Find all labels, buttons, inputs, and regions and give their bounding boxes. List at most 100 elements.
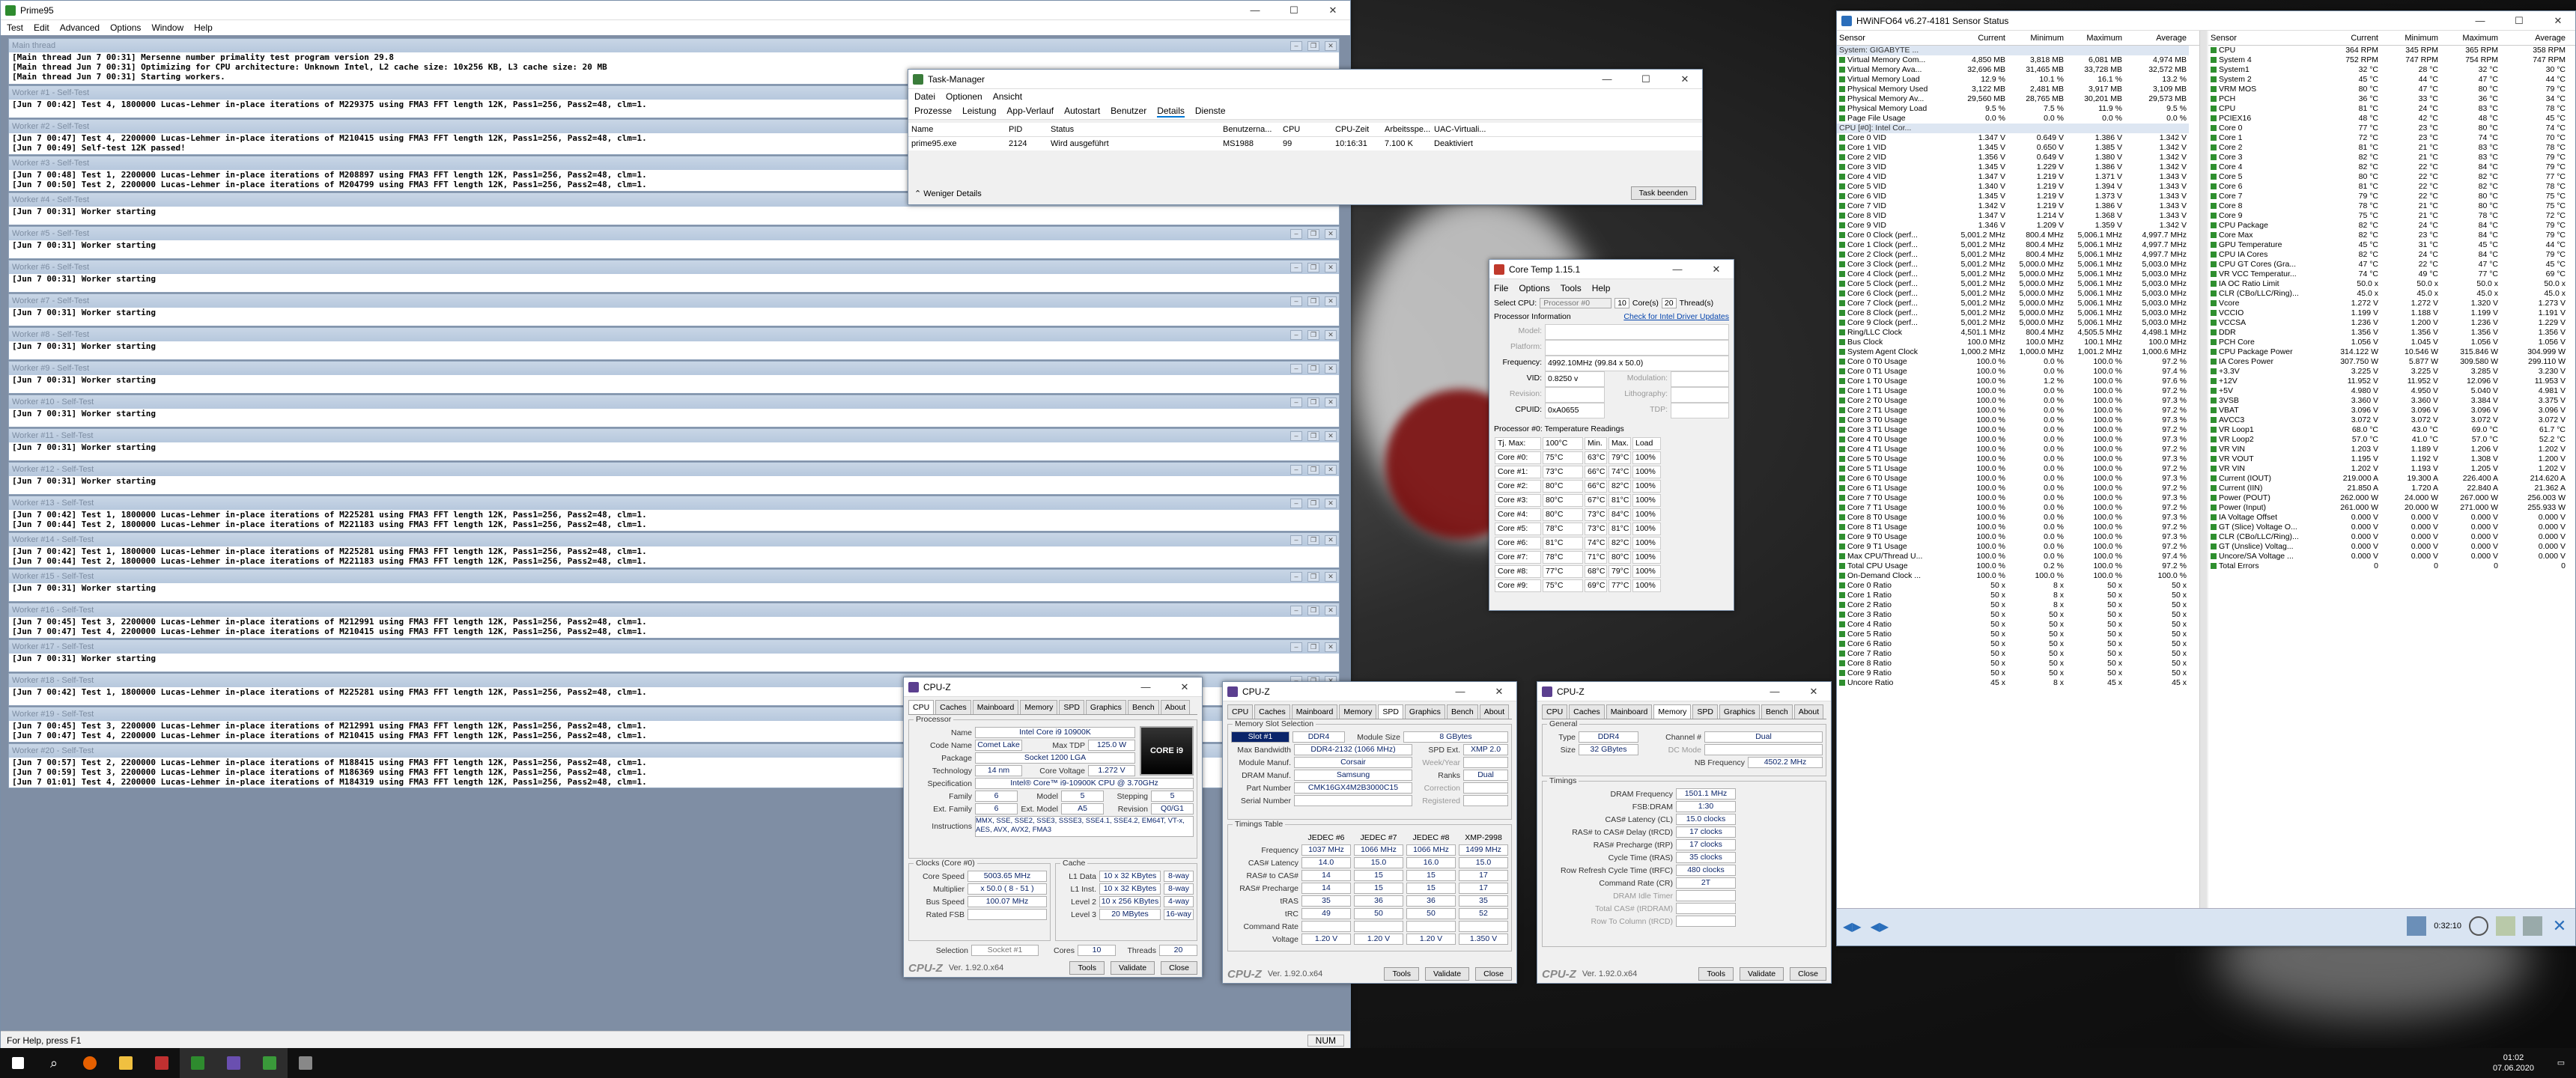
restore-button[interactable]: ❐ (1307, 498, 1319, 508)
close-cpuz-button[interactable]: Close (1475, 967, 1512, 981)
minimize-button[interactable]: — (1128, 677, 1163, 697)
validate-button[interactable]: Validate (1739, 967, 1784, 981)
tab[interactable]: Leistung (962, 106, 996, 118)
sensor-name[interactable]: CPU (2208, 46, 2321, 55)
close-button[interactable]: ✕ (1325, 605, 1337, 615)
sensor-name[interactable]: VR VIN (2208, 464, 2321, 474)
sensor-name[interactable]: VCCIO (2208, 308, 2321, 318)
sensor-name[interactable]: Core 4 Ratio (1837, 620, 1949, 630)
close-button[interactable]: ✕ (1325, 642, 1337, 652)
restore-button[interactable]: ❐ (1307, 430, 1319, 441)
sensor-name[interactable]: Core 7 VID (1837, 201, 1949, 211)
sensor-name[interactable]: Core 0 T1 Usage (1837, 367, 1949, 377)
tab-mainboard[interactable]: Mainboard (1606, 704, 1653, 719)
hwinfo-column-header[interactable]: Minimum (2008, 31, 2066, 45)
network-icon[interactable] (2407, 916, 2427, 936)
close-button[interactable]: ✕ (1325, 228, 1337, 239)
app-icon-2[interactable] (180, 1048, 216, 1078)
restore-button[interactable]: ❐ (1307, 363, 1319, 374)
sensor-name[interactable]: Core 9 VID (1837, 221, 1949, 231)
tools-button[interactable]: Tools (1384, 967, 1419, 981)
column-header[interactable]: CPU (1280, 123, 1332, 136)
sensor-name[interactable]: System1 (2208, 65, 2321, 75)
tab-caches[interactable]: Caches (1254, 704, 1290, 719)
sensor-name[interactable]: Core 2 T0 Usage (1837, 396, 1949, 406)
restore-button[interactable]: ❐ (1307, 535, 1319, 545)
sensor-name[interactable]: Core 2 Clock (perf... (1837, 250, 1949, 260)
prime95-titlebar[interactable]: Prime95 — ☐ ✕ (1, 1, 1350, 20)
maximize-button[interactable]: ☐ (2502, 11, 2536, 31)
less-details-link[interactable]: ⌃ Weniger Details (914, 189, 982, 198)
sensor-name[interactable]: Core Max (2208, 231, 2321, 240)
sensor-name[interactable]: CLR (CBo/LLC/Ring)... (2208, 532, 2321, 542)
menu-item[interactable]: Edit (34, 22, 49, 33)
tab-about[interactable]: About (1160, 700, 1191, 714)
sensor-name[interactable]: Core 2 Ratio (1837, 600, 1949, 610)
sensor-name[interactable]: Core 5 (2208, 172, 2321, 182)
tab-mainboard[interactable]: Mainboard (1291, 704, 1338, 719)
menu-item[interactable]: Help (1592, 283, 1611, 293)
minimize-button[interactable]: – (1290, 605, 1302, 615)
sensor-name[interactable]: System 4 (2208, 55, 2321, 65)
sensor-name[interactable]: Core 0 (2208, 124, 2321, 133)
close-button[interactable]: ✕ (1325, 397, 1337, 407)
minimize-button[interactable]: – (1290, 228, 1302, 239)
hwinfo-column-header[interactable]: Sensor (2208, 31, 2321, 45)
taskmanager-row[interactable]: prime95.exe 2124 Wird ausgeführt MS1988 99 10… (908, 137, 1702, 150)
tab-graphics[interactable]: Graphics (1719, 704, 1760, 719)
worker-titlebar[interactable]: Worker #5 - Self-Test – ❐ ✕ (9, 227, 1339, 240)
sensor-name[interactable]: PCIEX16 (2208, 114, 2321, 124)
sensor-name[interactable]: Core 7 T0 Usage (1837, 493, 1949, 503)
close-button[interactable]: ✕ (1325, 571, 1337, 582)
clock-icon[interactable] (2469, 916, 2488, 936)
sensor-name[interactable]: Bus Clock (1837, 338, 1949, 347)
worker-titlebar[interactable]: Worker #7 - Self-Test – ❐ ✕ (9, 294, 1339, 308)
sensor-name[interactable]: IA Cores Power (2208, 357, 2321, 367)
menu-item[interactable]: Tools (1561, 283, 1582, 293)
menu-item[interactable]: Help (194, 22, 213, 33)
sensor-name[interactable]: Uncore/SA Voltage ... (2208, 552, 2321, 561)
sensor-name[interactable]: CPU Package Power (2208, 347, 2321, 357)
sensor-name[interactable]: Core 0 Clock (perf... (1837, 231, 1949, 240)
system-clock[interactable]: 01:02 07.06.2020 (2481, 1053, 2546, 1074)
end-task-button[interactable]: Task beenden (1630, 186, 1696, 200)
hwinfo-column-header[interactable]: Sensor (1837, 31, 1949, 45)
tab-caches[interactable]: Caches (935, 700, 971, 714)
sensor-name[interactable]: VR VOUT (2208, 454, 2321, 464)
worker-titlebar[interactable]: Worker #9 - Self-Test – ❐ ✕ (9, 362, 1339, 375)
settings-icon[interactable] (2523, 916, 2542, 936)
driver-update-link[interactable]: Check for Intel Driver Updates (1623, 312, 1729, 321)
sensor-name[interactable]: IA Voltage Offset (2208, 513, 2321, 523)
hwinfo-column-header[interactable]: Average (2124, 31, 2189, 45)
tab-memory[interactable]: Memory (1653, 704, 1692, 719)
sensor-name[interactable]: Page File Usage (1837, 114, 1949, 124)
menu-item[interactable]: Datei (914, 91, 935, 102)
minimize-button[interactable]: – (1290, 535, 1302, 545)
sensor-name[interactable]: VR Loop1 (2208, 425, 2321, 435)
restore-button[interactable]: ❐ (1307, 228, 1319, 239)
restore-button[interactable]: ❐ (1307, 397, 1319, 407)
sensor-name[interactable]: 3VSB (2208, 396, 2321, 406)
sensor-name[interactable]: Core 3 (2208, 153, 2321, 162)
sensor-name[interactable]: PCH Core (2208, 338, 2321, 347)
sensor-name[interactable]: Core 5 Clock (perf... (1837, 279, 1949, 289)
sensor-name[interactable]: VR Loop2 (2208, 435, 2321, 445)
maximize-button[interactable]: ☐ (1277, 1, 1311, 20)
sensor-name[interactable]: Current (IOUT) (2208, 474, 2321, 484)
worker-titlebar[interactable]: Worker #13 - Self-Test – ❐ ✕ (9, 496, 1339, 510)
menu-item[interactable]: Window (151, 22, 183, 33)
column-header[interactable]: CPU-Zeit (1332, 123, 1382, 136)
column-header[interactable]: PID (1006, 123, 1048, 136)
sensor-name[interactable]: Vcore (2208, 299, 2321, 308)
sensor-name[interactable]: VRM MOS (2208, 85, 2321, 94)
close-button[interactable]: ✕ (1325, 464, 1337, 475)
tab-graphics[interactable]: Graphics (1085, 700, 1126, 714)
sensor-name[interactable]: Core 8 (2208, 201, 2321, 211)
sensor-name[interactable]: +5V (2208, 386, 2321, 396)
sensor-name[interactable]: Core 5 VID (1837, 182, 1949, 192)
tab-memory[interactable]: Memory (1020, 700, 1058, 714)
sensor-name[interactable]: Core 3 Clock (perf... (1837, 260, 1949, 270)
column-header[interactable]: Benutzerna... (1220, 123, 1280, 136)
sensor-name[interactable]: +3.3V (2208, 367, 2321, 377)
sensor-name[interactable]: On-Demand Clock ... (1837, 571, 1949, 581)
